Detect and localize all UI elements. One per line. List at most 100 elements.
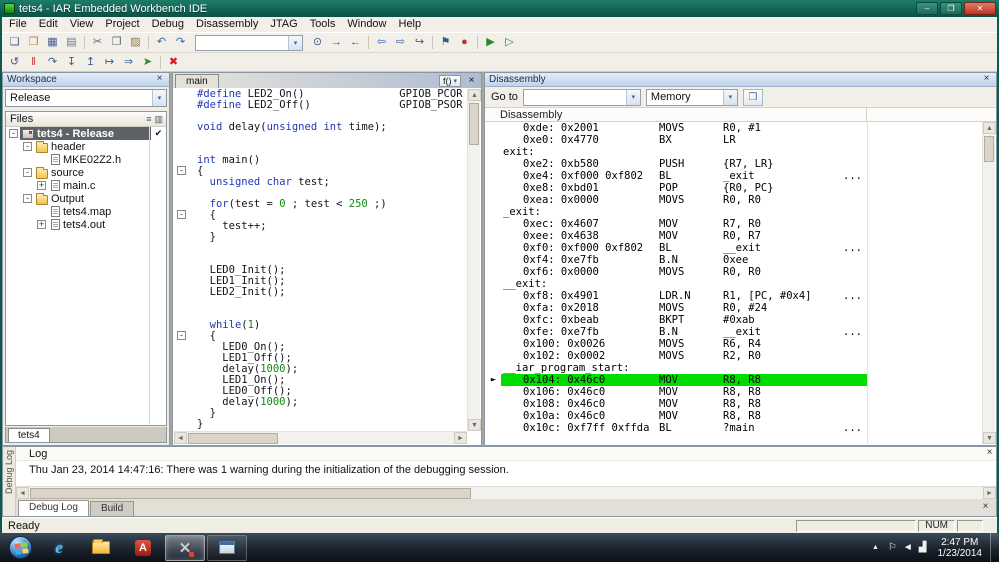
columns-icon[interactable]: ▥ <box>154 114 163 125</box>
menu-tools[interactable]: Tools <box>304 17 342 32</box>
collapse-icon[interactable]: - <box>9 129 18 138</box>
open-file-button[interactable]: ❒ <box>24 34 43 51</box>
scroll-up-icon[interactable]: ▲ <box>983 122 996 134</box>
cut-button[interactable]: ✂ <box>88 34 107 51</box>
close-icon[interactable]: × <box>465 75 478 87</box>
disassembly-row[interactable]: 0xe8: 0xbd01 POP {R0, PC} <box>486 182 982 194</box>
log-tab-build[interactable]: Build <box>89 501 135 516</box>
taskbar-internet-explorer-button[interactable]: e <box>39 535 79 561</box>
close-icon[interactable]: × <box>153 74 166 85</box>
disassembly-row[interactable]: 0xe0: 0x4770 BX LR <box>486 134 982 146</box>
tree-item-tets4-release[interactable]: - tets4 - Release ✔ <box>6 127 166 140</box>
editor-tab-main[interactable]: main <box>175 74 219 88</box>
run-to-cursor-button[interactable]: ⇒ <box>119 54 138 71</box>
taskbar-clock[interactable]: 2:47 PM 1/23/2014 <box>930 537 991 559</box>
maximize-button[interactable]: ❐ <box>940 2 962 15</box>
chevron-down-icon[interactable]: ▾ <box>288 35 302 50</box>
tree-item-source[interactable]: - source <box>6 166 166 179</box>
disassembly-row[interactable]: 0x10c: 0xf7ff 0xffda BL ?main... <box>486 422 982 434</box>
chevron-down-icon[interactable]: ▾ <box>625 89 640 105</box>
disassembly-row[interactable]: 0x100: 0x0026 MOVS R6, R4 <box>486 338 982 350</box>
code-area[interactable]: #define LED2_On() GPIOB_PCOR = #define L… <box>174 89 467 431</box>
log-side-tab[interactable]: Debug Log <box>3 447 16 516</box>
scroll-up-icon[interactable]: ▲ <box>468 89 481 101</box>
new-document-button[interactable]: ❏ <box>5 34 24 51</box>
taskbar-iar-window-button[interactable] <box>207 534 247 561</box>
scrollbar-thumb[interactable] <box>984 136 994 162</box>
taskbar-iar-embedded-workbench-button[interactable]: ✕ <box>165 534 205 561</box>
disassembly-label-row[interactable]: __iar_program_start: <box>486 362 982 374</box>
scroll-right-icon[interactable]: ► <box>454 432 467 444</box>
code-line[interactable]: void delay(unsigned int time); <box>174 122 467 133</box>
expand-icon[interactable]: + <box>37 181 46 190</box>
collapse-icon[interactable]: - <box>23 142 32 151</box>
collapse-icon[interactable]: - <box>177 210 186 219</box>
tree-item-header[interactable]: - header <box>6 140 166 153</box>
goto-combobox[interactable]: ▾ <box>522 88 641 106</box>
tree-item-main-c[interactable]: + main.c <box>6 179 166 192</box>
scroll-down-icon[interactable]: ▼ <box>468 419 481 431</box>
disassembly-row[interactable]: 0xe2: 0xb580 PUSH {R7, LR} <box>486 158 982 170</box>
disassembly-row[interactable]: 0xfa: 0x2018 MOVS R0, #24 <box>486 302 982 314</box>
scroll-down-icon[interactable]: ▼ <box>983 432 996 444</box>
break-button[interactable]: ‖ <box>24 54 43 71</box>
scroll-left-icon[interactable]: ◄ <box>174 432 187 444</box>
menu-window[interactable]: Window <box>341 17 392 32</box>
chevron-down-icon[interactable]: ▾ <box>152 90 166 106</box>
code-line[interactable]: for(test = 0 ; test < 250 ;) <box>174 199 467 210</box>
show-hidden-icons-button[interactable]: ▲ <box>866 544 885 551</box>
menu-debug[interactable]: Debug <box>146 17 190 32</box>
save-button[interactable]: ▦ <box>43 34 62 51</box>
find-combobox[interactable]: ▾ <box>195 34 303 51</box>
toggle-bookmark-button[interactable]: ⚑ <box>436 34 455 51</box>
network-icon[interactable]: ▟ <box>916 542 930 553</box>
tree-item-output[interactable]: - Output <box>6 192 166 205</box>
disassembly-row[interactable]: 0x108: 0x46c0 MOV R8, R8 <box>486 398 982 410</box>
disassembly-row[interactable]: 0xfc: 0xbeab BKPT #0xab <box>486 314 982 326</box>
tree-item-tets4-out[interactable]: + tets4.out <box>6 218 166 231</box>
find-next-button[interactable]: → <box>327 34 346 51</box>
reset-button[interactable]: ↺ <box>5 54 24 71</box>
menu-project[interactable]: Project <box>99 17 145 32</box>
taskbar-adobe-reader-button[interactable]: A <box>123 535 163 561</box>
find-button[interactable]: ⊙ <box>308 34 327 51</box>
toggle-breakpoint-button[interactable]: ● <box>455 34 474 51</box>
step-over-button[interactable]: ↷ <box>43 54 62 71</box>
step-into-button[interactable]: ↧ <box>62 54 81 71</box>
disassembly-row[interactable]: 0x106: 0x46c0 MOV R8, R8 <box>486 386 982 398</box>
code-line[interactable]: #define LED2_Off() GPIOB_PSOR = <box>174 100 467 111</box>
scroll-left-icon[interactable]: ◄ <box>16 487 29 499</box>
taskbar-windows-explorer-button[interactable] <box>81 535 121 561</box>
toggle-mixed-mode-button[interactable]: ❒ <box>742 88 763 106</box>
configuration-select[interactable]: Release ▾ <box>5 89 167 107</box>
volume-icon[interactable]: ◄ <box>900 542 916 553</box>
collapse-icon[interactable]: - <box>177 331 186 340</box>
next-statement-button[interactable]: ↦ <box>100 54 119 71</box>
collapse-icon[interactable]: - <box>177 166 186 175</box>
function-selector-button[interactable]: f() ▾ <box>438 75 461 87</box>
find-previous-button[interactable]: ← <box>346 34 365 51</box>
code-line[interactable]: int main() <box>174 155 467 166</box>
memory-select[interactable]: Memory ▾ <box>645 88 738 106</box>
editor-vertical-scrollbar[interactable]: ▲ ▼ <box>467 89 481 431</box>
paste-button[interactable]: ▨ <box>126 34 145 51</box>
menu-jtag[interactable]: JTAG <box>264 17 303 32</box>
menu-disassembly[interactable]: Disassembly <box>190 17 264 32</box>
menu-file[interactable]: File <box>3 17 33 32</box>
download-and-debug-button[interactable]: ▶ <box>481 34 500 51</box>
disassembly-row[interactable]: 0xea: 0x0000 MOVS R0, R0 <box>486 194 982 206</box>
minimize-button[interactable]: – <box>916 2 938 15</box>
go-button[interactable]: ➤ <box>138 54 157 71</box>
close-icon[interactable]: × <box>980 74 993 85</box>
disassembly-vertical-scrollbar[interactable]: ▲ ▼ <box>982 122 996 444</box>
code-line[interactable]: LED2_Init(); <box>174 287 467 298</box>
scrollbar-thumb[interactable] <box>30 487 471 499</box>
disassembly-row[interactable]: 0xf6: 0x0000 MOVS R0, R0 <box>486 266 982 278</box>
code-line[interactable]: test++; <box>174 221 467 232</box>
close-icon[interactable]: × <box>983 448 996 459</box>
action-center-icon[interactable]: ⚐ <box>885 542 900 553</box>
disassembly-row[interactable]: 0xee: 0x4638 MOV R0, R7 <box>486 230 982 242</box>
scrollbar-thumb[interactable] <box>188 432 278 444</box>
disassembly-row[interactable]: 0xf8: 0x4901 LDR.N R1, [PC, #0x4]... <box>486 290 982 302</box>
disassembly-row[interactable]: 0xfe: 0xe7fb B.N __exit... <box>486 326 982 338</box>
